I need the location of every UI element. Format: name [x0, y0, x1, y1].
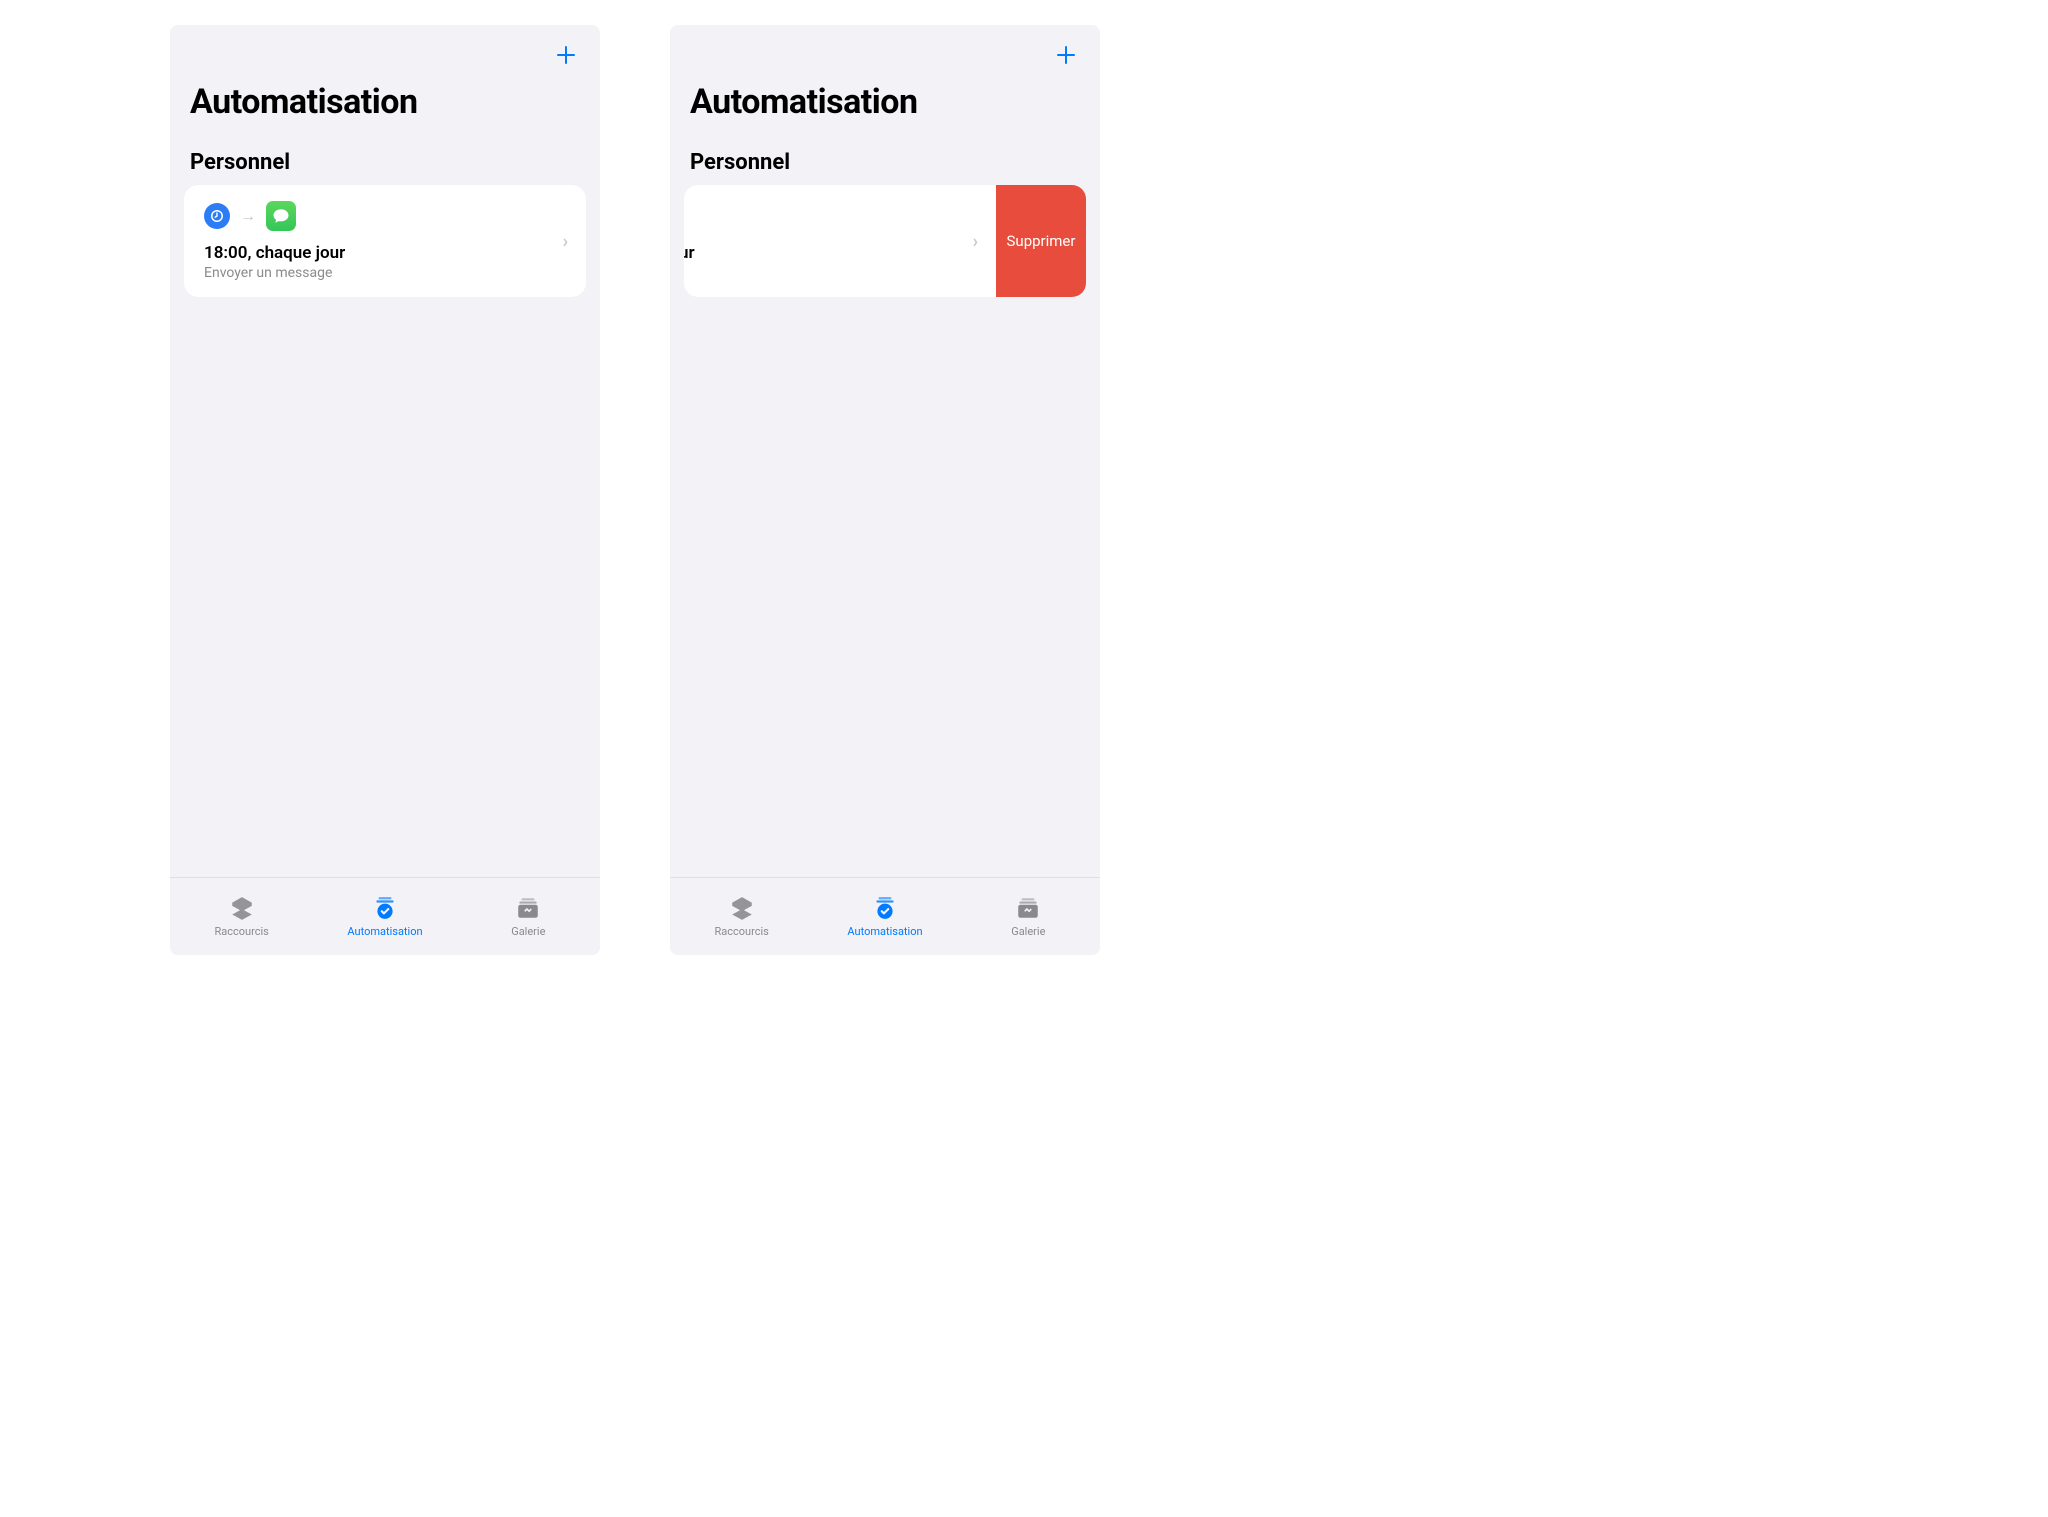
chevron-right-icon: › — [563, 231, 568, 252]
phone-screen-swiped: Automatisation Personnel haque jour mess… — [670, 25, 1100, 955]
automation-icons: → — [204, 201, 553, 231]
tab-label: Raccourcis — [714, 925, 768, 938]
automation-row-swiped[interactable]: haque jour message › Supprimer — [684, 185, 1086, 297]
page-title: Automatisation — [690, 82, 1080, 122]
automation-title: haque jour — [684, 243, 963, 263]
top-bar — [170, 25, 600, 72]
tab-gallery[interactable]: Galerie — [957, 878, 1100, 955]
section-header: Personnel — [170, 150, 600, 175]
tab-gallery[interactable]: Galerie — [457, 878, 600, 955]
arrow-right-icon: → — [240, 206, 256, 226]
clock-icon — [204, 203, 230, 229]
automation-icons — [684, 201, 963, 231]
tab-label: Raccourcis — [214, 925, 268, 938]
tab-bar: Raccourcis Automatisation Galerie — [670, 877, 1100, 955]
tab-shortcuts[interactable]: Raccourcis — [670, 878, 813, 955]
add-icon[interactable] — [554, 43, 578, 72]
tab-automation[interactable]: Automatisation — [813, 878, 956, 955]
tab-bar: Raccourcis Automatisation Galerie — [170, 877, 600, 955]
delete-button[interactable]: Supprimer — [996, 185, 1086, 297]
automation-title: 18:00, chaque jour — [204, 243, 553, 263]
tab-shortcuts[interactable]: Raccourcis — [170, 878, 313, 955]
messages-icon — [266, 201, 296, 231]
automation-subtitle: message — [684, 265, 963, 281]
delete-label: Supprimer — [1007, 232, 1076, 250]
chevron-right-icon: › — [973, 231, 978, 252]
phone-screen-normal: Automatisation Personnel → 18:00, chaque… — [170, 25, 600, 955]
tab-label: Galerie — [1011, 925, 1045, 938]
automation-subtitle: Envoyer un message — [204, 265, 553, 281]
tab-label: Automatisation — [847, 925, 922, 938]
automation-row[interactable]: → 18:00, chaque jour Envoyer un message … — [184, 185, 586, 297]
tab-label: Automatisation — [347, 925, 422, 938]
page-title: Automatisation — [190, 82, 580, 122]
tab-automation[interactable]: Automatisation — [313, 878, 456, 955]
section-header: Personnel — [670, 150, 1100, 175]
tab-label: Galerie — [511, 925, 545, 938]
top-bar — [670, 25, 1100, 72]
add-icon[interactable] — [1054, 43, 1078, 72]
